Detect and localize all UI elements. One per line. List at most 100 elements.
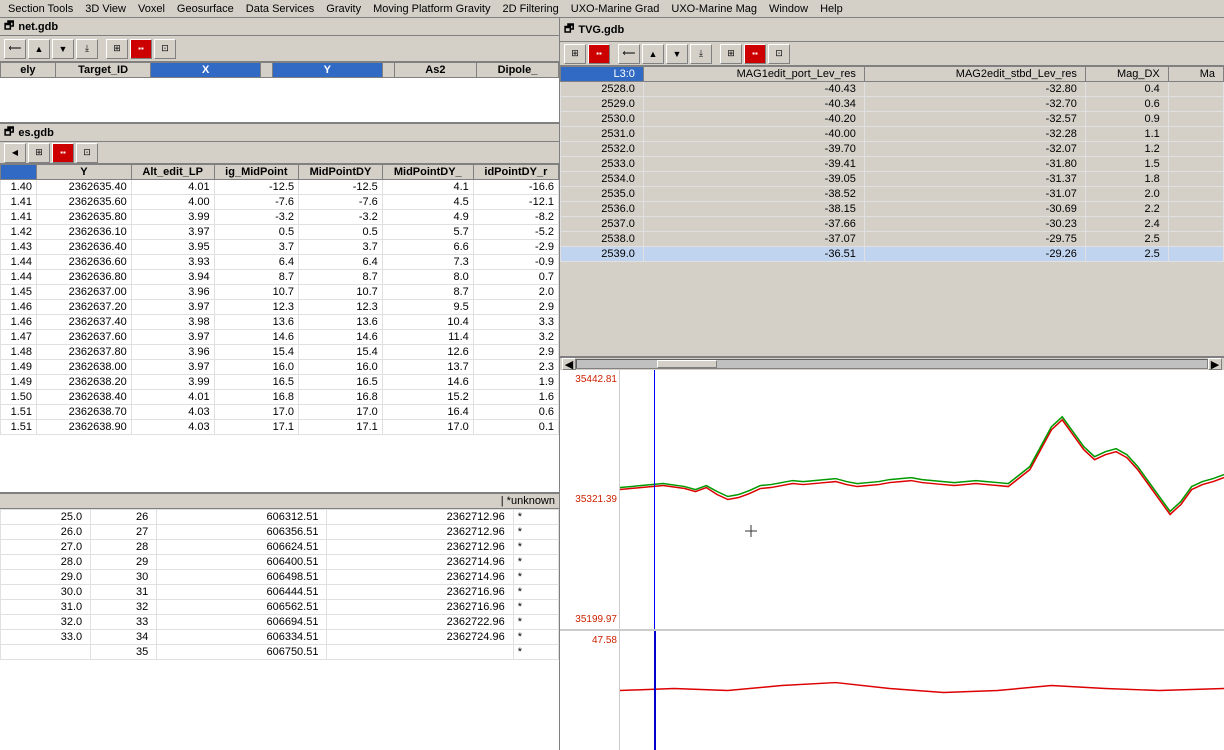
menu-section-tools[interactable]: Section Tools (2, 2, 79, 16)
mid-cell: 2362635.80 (37, 210, 132, 225)
tvg-tb-3[interactable]: ⟵ (618, 44, 640, 64)
tvg-cell (1168, 232, 1223, 247)
tvg-tb-1[interactable]: ⊞ (564, 44, 586, 64)
mid-col-middy2: MidPointDY_ (382, 165, 473, 180)
chart2-cursor-line (654, 631, 656, 750)
mid-table-row[interactable]: 1.512362638.704.0317.017.016.40.6 (1, 405, 559, 420)
menu-voxel[interactable]: Voxel (132, 2, 171, 16)
mid-cell: -8.2 (473, 210, 558, 225)
menu-moving-platform-gravity[interactable]: Moving Platform Gravity (367, 2, 496, 16)
tb-mid-btn-1[interactable]: ◀ (4, 143, 26, 163)
tvg-tb-5[interactable]: ▼ (666, 44, 688, 64)
bottom-cell: * (513, 645, 558, 660)
bottom-cell: 33 (91, 615, 157, 630)
scroll-left-btn[interactable]: ◀ (562, 358, 576, 370)
menu-uxo-marine-grad[interactable]: UXO-Marine Grad (565, 2, 666, 16)
tvg-table-row[interactable]: 2530.0-40.20-32.570.9 (561, 112, 1224, 127)
tvg-table-row[interactable]: 2533.0-39.41-31.801.5 (561, 157, 1224, 172)
bottom-table-row[interactable]: 35606750.51* (1, 645, 559, 660)
mid-cell: 13.7 (382, 360, 473, 375)
tvg-table-row[interactable]: 2539.0-36.51-29.262.5 (561, 247, 1224, 262)
mid-table-row[interactable]: 1.402362635.404.01-12.5-12.54.1-16.6 (1, 180, 559, 195)
tvg-tb-9[interactable]: ⊡ (768, 44, 790, 64)
tb-btn-3[interactable]: ▼ (52, 39, 74, 59)
mid-table-row[interactable]: 1.492362638.203.9916.516.514.61.9 (1, 375, 559, 390)
tb-btn-1[interactable]: ⟵ (4, 39, 26, 59)
mid-table-row[interactable]: 1.442362636.603.936.46.47.3-0.9 (1, 255, 559, 270)
mid-cell: 15.2 (382, 390, 473, 405)
bottom-table-row[interactable]: 29.030606498.512362714.96* (1, 570, 559, 585)
tvg-tb-2[interactable]: ▪▪ (588, 44, 610, 64)
tvg-table-row[interactable]: 2535.0-38.52-31.072.0 (561, 187, 1224, 202)
tvg-table-row[interactable]: 2528.0-40.43-32.800.4 (561, 82, 1224, 97)
bottom-table-row[interactable]: 30.031606444.512362716.96* (1, 585, 559, 600)
mid-col-0 (1, 165, 37, 180)
mid-table-row[interactable]: 1.432362636.403.953.73.76.6-2.9 (1, 240, 559, 255)
mid-cell: 2362636.80 (37, 270, 132, 285)
bottom-table-row[interactable]: 32.033606694.512362722.96* (1, 615, 559, 630)
menu-help[interactable]: Help (814, 2, 849, 16)
bottom-table-row[interactable]: 25.026606312.512362712.96* (1, 510, 559, 525)
tb-btn-5[interactable]: ⊞ (106, 39, 128, 59)
mid-table-row[interactable]: 1.452362637.003.9610.710.78.72.0 (1, 285, 559, 300)
mid-table-row[interactable]: 1.502362638.404.0116.816.815.21.6 (1, 390, 559, 405)
tb-mid-btn-3[interactable]: ▪▪ (52, 143, 74, 163)
tvg-table-row[interactable]: 2538.0-37.07-29.752.5 (561, 232, 1224, 247)
menu-window[interactable]: Window (763, 2, 814, 16)
bottom-table-row[interactable]: 31.032606562.512362716.96* (1, 600, 559, 615)
menu-geosurface[interactable]: Geosurface (171, 2, 240, 16)
tvg-cell: -32.80 (864, 82, 1085, 97)
mid-table-row[interactable]: 1.462362637.403.9813.613.610.43.3 (1, 315, 559, 330)
tvg-tb-6[interactable]: ⤓ (690, 44, 712, 64)
tvg-tb-4[interactable]: ▲ (642, 44, 664, 64)
menu-uxo-marine-mag[interactable]: UXO-Marine Mag (665, 2, 763, 16)
tvg-tb-7[interactable]: ⊞ (720, 44, 742, 64)
menu-data-services[interactable]: Data Services (240, 2, 320, 16)
bottom-cell: 32.0 (1, 615, 91, 630)
tvg-table-row[interactable]: 2529.0-40.34-32.700.6 (561, 97, 1224, 112)
mid-table-row[interactable]: 1.422362636.103.970.50.55.7-5.2 (1, 225, 559, 240)
mid-table-row[interactable]: 1.482362637.803.9615.415.412.62.9 (1, 345, 559, 360)
mid-table-row[interactable]: 1.472362637.603.9714.614.611.43.2 (1, 330, 559, 345)
tvg-table-row[interactable]: 2537.0-37.66-30.232.4 (561, 217, 1224, 232)
mid-cell: 3.2 (473, 330, 558, 345)
mid-cell: 3.99 (131, 210, 214, 225)
scroll-thumb[interactable] (657, 360, 717, 368)
horizontal-scrollbar[interactable]: ◀ ▶ (560, 357, 1224, 370)
tvg-tb-8[interactable]: ▪▪ (744, 44, 766, 64)
menu-3d-view[interactable]: 3D View (79, 2, 132, 16)
tvg-cell: 1.5 (1085, 157, 1168, 172)
tb-btn-7[interactable]: ⊡ (154, 39, 176, 59)
menu-2d-filtering[interactable]: 2D Filtering (497, 2, 565, 16)
mid-table-row[interactable]: 1.462362637.203.9712.312.39.52.9 (1, 300, 559, 315)
tvg-table-row[interactable]: 2531.0-40.00-32.281.1 (561, 127, 1224, 142)
tvg-table-row[interactable]: 2534.0-39.05-31.371.8 (561, 172, 1224, 187)
tb-btn-4[interactable]: ⤓ (76, 39, 98, 59)
col-as2: As2 (394, 63, 476, 78)
bottom-table-row[interactable]: 28.029606400.512362714.96* (1, 555, 559, 570)
menu-gravity[interactable]: Gravity (320, 2, 367, 16)
tb-btn-6[interactable]: ▪▪ (130, 39, 152, 59)
tvg-table-row[interactable]: 2536.0-38.15-30.692.2 (561, 202, 1224, 217)
mid-table-row[interactable]: 1.492362638.003.9716.016.013.72.3 (1, 360, 559, 375)
tb-mid-btn-2[interactable]: ⊞ (28, 143, 50, 163)
mid-table-row[interactable]: 1.412362635.604.00-7.6-7.64.5-12.1 (1, 195, 559, 210)
mid-cell: 3.97 (131, 360, 214, 375)
scroll-track[interactable] (576, 359, 1208, 369)
net-gdb-titlebar: 🗗 net.gdb (0, 18, 559, 36)
bottom-table-row[interactable]: 26.027606356.512362712.96* (1, 525, 559, 540)
scroll-right-btn[interactable]: ▶ (1208, 358, 1222, 370)
tb-mid-btn-4[interactable]: ⊡ (76, 143, 98, 163)
mid-table-row[interactable]: 1.442362636.803.948.78.78.00.7 (1, 270, 559, 285)
mid-cell: 14.6 (214, 330, 298, 345)
tvg-table-row[interactable]: 2532.0-39.70-32.071.2 (561, 142, 1224, 157)
bottom-cell: 2362724.96 (327, 630, 513, 645)
mid-table-row[interactable]: 1.412362635.803.99-3.2-3.24.9-8.2 (1, 210, 559, 225)
tb-btn-2[interactable]: ▲ (28, 39, 50, 59)
bottom-table-row[interactable]: 27.028606624.512362712.96* (1, 540, 559, 555)
tvg-col-mag2: MAG2edit_stbd_Lev_res (864, 67, 1085, 82)
tvg-table: L3:0 MAG1edit_port_Lev_res MAG2edit_stbd… (560, 66, 1224, 262)
bottom-table-row[interactable]: 33.034606334.512362724.96* (1, 630, 559, 645)
mid-table-row[interactable]: 1.512362638.904.0317.117.117.00.1 (1, 420, 559, 435)
bottom-cell: * (513, 630, 558, 645)
